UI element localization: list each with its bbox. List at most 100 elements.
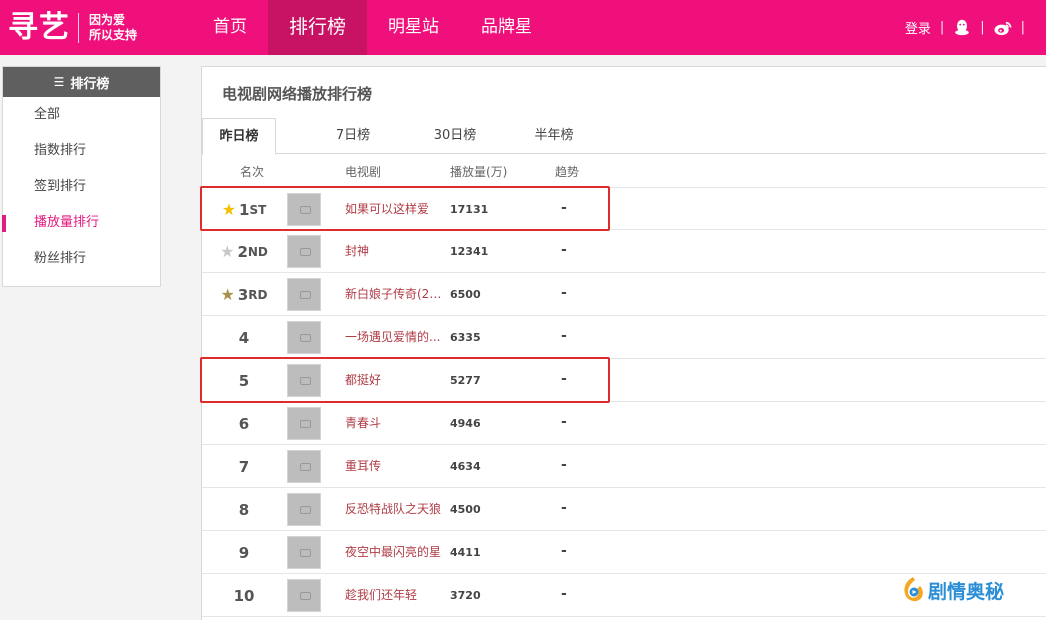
poster-thumbnail[interactable]	[287, 450, 321, 483]
watermark: 剧情奥秘	[900, 574, 1004, 606]
rank-suffix: ND	[247, 244, 268, 259]
qq-icon[interactable]	[953, 19, 971, 37]
rank-number: 7	[238, 457, 250, 476]
drama-title-link[interactable]: 反恐特战队之天狼	[345, 488, 448, 531]
slogan-line1: 因为爱	[89, 13, 126, 27]
rank-cell: 6	[216, 402, 272, 445]
drama-title-link[interactable]: 青春斗	[345, 402, 448, 445]
trend-indicator: -	[561, 200, 567, 216]
table-row[interactable]: ★ 2 ND 封神 12341 -	[202, 230, 1046, 273]
list-icon: ☰	[53, 75, 65, 89]
play-count: 17131	[450, 203, 489, 216]
separator: |	[1020, 20, 1025, 35]
site-logo[interactable]: 寻艺 因为爱 所以支持	[8, 8, 137, 48]
drama-title-link[interactable]: 都挺好	[345, 359, 448, 402]
play-count: 5277	[450, 374, 481, 387]
logo-slogan: 因为爱 所以支持	[89, 13, 137, 43]
table-row[interactable]: 4 一场遇见爱情的... 6335 -	[202, 316, 1046, 359]
drama-title-link[interactable]: 重耳传	[345, 445, 448, 488]
drama-title-link[interactable]: 新白娘子传奇(20...	[345, 273, 448, 316]
trend-indicator: -	[561, 586, 567, 602]
rank-cell: 4	[216, 316, 272, 359]
drama-title-link[interactable]: 夜空中最闪亮的星	[345, 531, 448, 574]
table-row[interactable]: ★ 1 ST 如果可以这样爱 17131 -	[202, 187, 1046, 230]
silver-star-icon: ★	[220, 242, 235, 261]
poster-thumbnail[interactable]	[287, 579, 321, 612]
poster-thumbnail[interactable]	[287, 235, 321, 268]
login-link[interactable]: 登录	[905, 18, 931, 37]
sidebar-item-checkin[interactable]: 签到排行	[3, 169, 160, 205]
qq-icon-graphic	[955, 19, 970, 36]
ranking-panel: 电视剧网络播放排行榜 昨日榜 7日榜 30日榜 半年榜 名次 电视剧 播放量(万…	[201, 66, 1046, 620]
sidebar-item-plays[interactable]: 播放量排行	[2, 205, 160, 241]
rank-number: 1	[239, 200, 250, 219]
table-row[interactable]: 5 都挺好 5277 -	[202, 359, 1046, 402]
logo-divider	[78, 13, 79, 43]
main-nav: 首页 排行榜 明星站 品牌星	[192, 0, 553, 55]
table-row[interactable]: 6 青春斗 4946 -	[202, 402, 1046, 445]
play-count: 3720	[450, 589, 481, 602]
column-header-trend: 趋势	[555, 165, 580, 179]
watermark-logo-icon	[904, 577, 923, 602]
bronze-star-icon: ★	[220, 285, 235, 304]
rank-number: 8	[238, 500, 250, 519]
trend-indicator: -	[561, 328, 567, 344]
play-count: 4946	[450, 417, 481, 430]
poster-thumbnail[interactable]	[287, 407, 321, 440]
nav-rankings[interactable]: 排行榜	[268, 0, 368, 55]
trend-indicator: -	[561, 285, 567, 301]
drama-title-link[interactable]: 一场遇见爱情的...	[345, 316, 448, 359]
poster-thumbnail[interactable]	[287, 278, 321, 311]
table-row[interactable]: ★ 3 RD 新白娘子传奇(20... 6500 -	[202, 273, 1046, 316]
drama-title-link[interactable]: 封神	[345, 230, 448, 273]
poster-thumbnail[interactable]	[287, 364, 321, 397]
poster-thumbnail[interactable]	[287, 321, 321, 354]
logo-text: 寻艺	[8, 10, 70, 45]
tab-yesterday[interactable]: 昨日榜	[202, 118, 276, 155]
play-count: 4411	[450, 546, 481, 559]
nav-brand-stars[interactable]: 品牌星	[460, 0, 553, 55]
play-count: 6500	[450, 288, 481, 301]
table-row[interactable]: 7 重耳传 4634 -	[202, 445, 1046, 488]
poster-thumbnail[interactable]	[287, 536, 321, 569]
trend-indicator: -	[561, 414, 567, 430]
rankings-sidebar: ☰ 排行榜 全部 指数排行 签到排行 播放量排行 粉丝排行	[2, 66, 161, 287]
slogan-line2: 所以支持	[89, 28, 138, 42]
play-count: 12341	[450, 245, 489, 258]
table-row[interactable]: 8 反恐特战队之天狼 4500 -	[202, 488, 1046, 531]
ranking-table: ★ 1 ST 如果可以这样爱 17131 - ★ 2 ND 封神 12341 - ★…	[202, 187, 1046, 617]
sidebar-item-index[interactable]: 指数排行	[3, 133, 160, 169]
rank-number: 9	[238, 543, 250, 562]
rank-cell: ★ 1 ST	[216, 188, 272, 231]
weibo-icon[interactable]	[994, 19, 1012, 37]
play-count: 6335	[450, 331, 481, 344]
rank-number: 10	[233, 586, 255, 605]
sidebar-header: ☰ 排行榜	[3, 67, 160, 97]
column-header-plays: 播放量(万)	[450, 165, 508, 179]
rank-suffix: RD	[248, 287, 268, 302]
sidebar-item-all[interactable]: 全部	[3, 97, 160, 133]
sidebar-item-fans[interactable]: 粉丝排行	[3, 241, 160, 277]
column-header-rank: 名次	[240, 165, 265, 179]
poster-thumbnail[interactable]	[287, 193, 321, 226]
trend-indicator: -	[561, 543, 567, 559]
rank-cell: ★ 3 RD	[216, 273, 272, 316]
gold-star-icon: ★	[221, 200, 237, 219]
tab-half-year[interactable]: 半年榜	[519, 118, 589, 154]
separator: |	[980, 20, 985, 35]
nav-home[interactable]: 首页	[192, 0, 268, 55]
panel-title: 电视剧网络播放排行榜	[222, 85, 373, 103]
tab-30-days[interactable]: 30日榜	[420, 118, 490, 154]
tab-7-days[interactable]: 7日榜	[318, 118, 388, 154]
nav-stars[interactable]: 明星站	[367, 0, 460, 55]
rank-number: 5	[238, 371, 250, 390]
drama-title-link[interactable]: 如果可以这样爱	[345, 188, 448, 231]
play-count: 4634	[450, 460, 481, 473]
poster-thumbnail[interactable]	[287, 493, 321, 526]
drama-title-link[interactable]: 趁我们还年轻	[345, 574, 448, 617]
header-actions: 登录 | | |	[905, 0, 1034, 55]
trend-indicator: -	[561, 242, 567, 258]
sidebar-title: 排行榜	[70, 76, 110, 92]
trend-indicator: -	[561, 457, 567, 473]
table-row[interactable]: 9 夜空中最闪亮的星 4411 -	[202, 531, 1046, 574]
